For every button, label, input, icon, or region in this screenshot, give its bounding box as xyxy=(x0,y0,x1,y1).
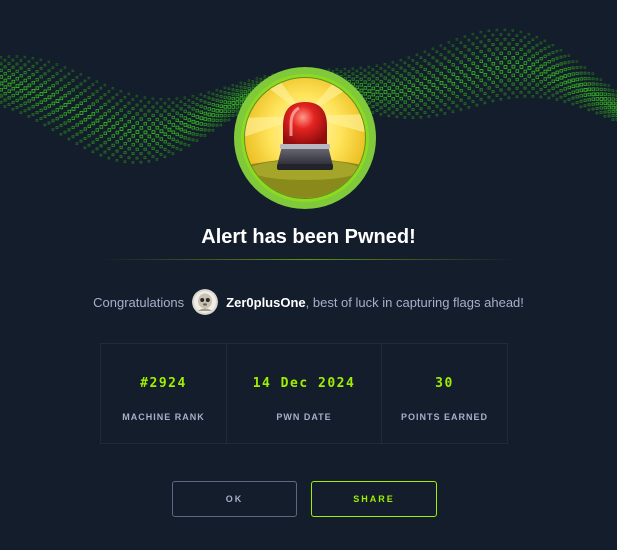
stat-value: 30 xyxy=(435,376,454,391)
congrats-prefix: Congratulations xyxy=(93,294,185,310)
stat-value: 14 Dec 2024 xyxy=(252,376,356,391)
stat-value: #2924 xyxy=(140,376,187,391)
congrats-message: Congratulations Zer0plusOne , best of lu… xyxy=(0,287,617,317)
stat-machine-rank: #2924 MACHINE RANK xyxy=(101,344,227,443)
username[interactable]: Zer0plusOne xyxy=(226,295,305,310)
stat-label: PWN DATE xyxy=(276,412,332,422)
stat-label: MACHINE RANK xyxy=(122,412,205,422)
stat-points-earned: 30 POINTS EARNED xyxy=(382,344,507,443)
user-avatar xyxy=(192,289,219,315)
share-button[interactable]: SHARE xyxy=(311,481,437,517)
congrats-suffix: , best of luck in capturing flags ahead! xyxy=(305,294,524,310)
stat-label: POINTS EARNED xyxy=(400,412,488,422)
alert-siren-icon xyxy=(234,67,376,209)
stats-panel: #2924 MACHINE RANK 14 Dec 2024 PWN DATE … xyxy=(100,343,508,444)
stat-pwn-date: 14 Dec 2024 PWN DATE xyxy=(227,344,382,443)
machine-badge xyxy=(233,66,377,210)
ok-button[interactable]: OK xyxy=(172,481,297,517)
title-divider xyxy=(100,259,517,260)
page-title: Alert has been Pwned! xyxy=(201,226,416,248)
